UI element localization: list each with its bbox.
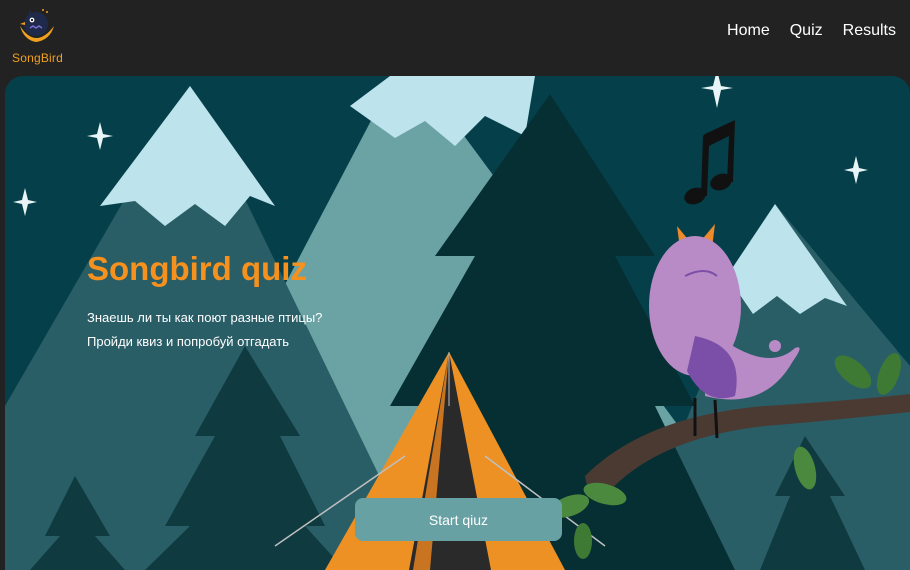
nav-results-link[interactable]: Results <box>843 22 896 40</box>
logo-text: SongBird <box>12 51 63 65</box>
logo[interactable]: SongBird <box>8 6 68 68</box>
music-note-icon <box>684 120 735 205</box>
hero-banner: Songbird quiz Знаешь ли ты как поют разн… <box>5 76 910 570</box>
songbird-logo-icon <box>20 9 54 42</box>
hero-subtitle-line-2: Пройди квиз и попробуй отгадать <box>87 334 289 349</box>
header: SongBird Home Quiz Results <box>0 0 910 76</box>
start-quiz-button[interactable]: Start qiuz <box>355 498 562 541</box>
main-nav: Home Quiz Results <box>727 22 896 40</box>
nav-quiz-link[interactable]: Quiz <box>790 22 823 40</box>
hero-title: Songbird quiz <box>87 250 307 287</box>
nav-home-link[interactable]: Home <box>727 22 770 40</box>
hero-subtitle-line-1: Знаешь ли ты как поют разные птицы? <box>87 310 323 325</box>
